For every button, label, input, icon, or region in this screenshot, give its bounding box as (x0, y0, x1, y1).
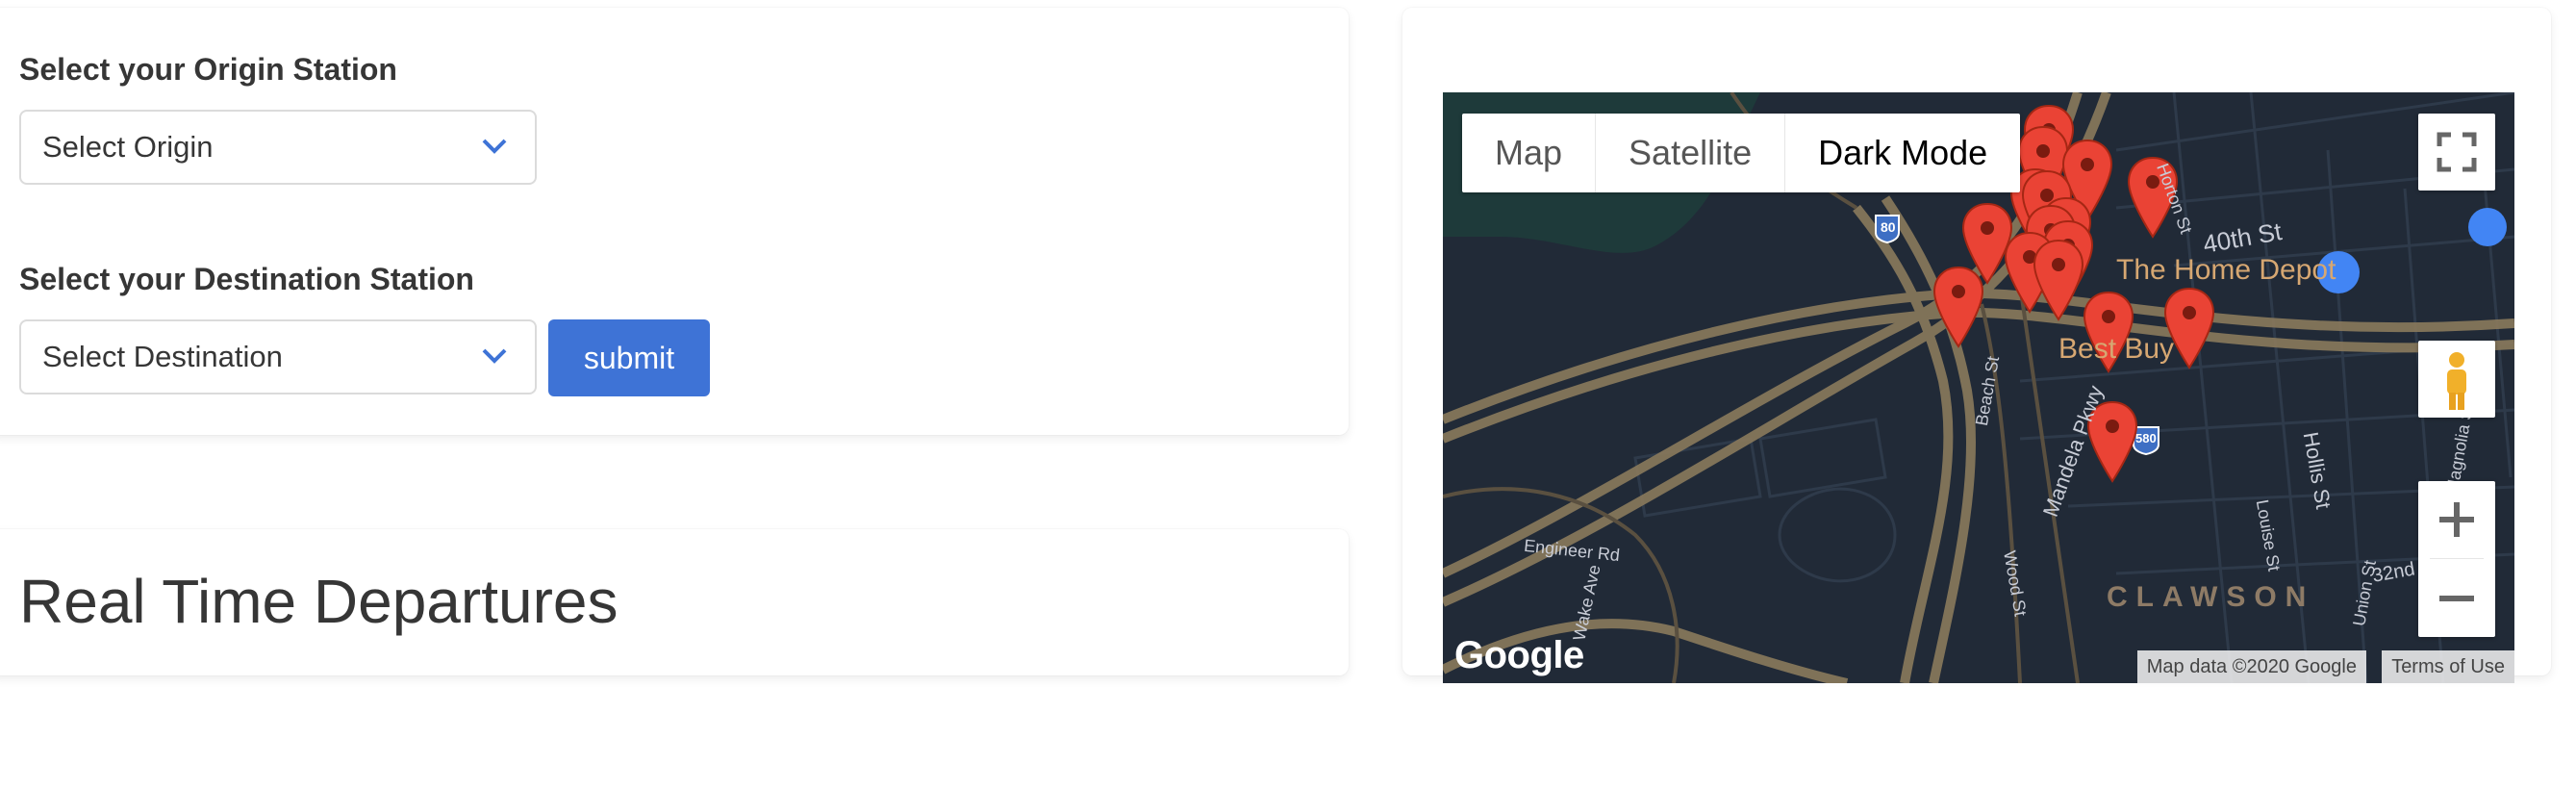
street-view-pegman-button[interactable] (2418, 341, 2495, 418)
station-marker-icon[interactable] (1932, 266, 1985, 348)
departures-title: Real Time Departures (19, 567, 619, 636)
zoom-control (2418, 481, 2495, 637)
destination-select-value: Select Destination (42, 340, 283, 373)
fullscreen-button[interactable] (2418, 114, 2495, 191)
minus-icon (2439, 596, 2474, 601)
map-label-home-depot: The Home Depot (2116, 254, 2336, 286)
i580-label: 580 (2135, 431, 2157, 445)
map-type-map[interactable]: Map (1462, 114, 1597, 192)
origin-label: Select your Origin Station (19, 52, 397, 87)
origin-select[interactable]: Select Origin (19, 110, 537, 185)
zoom-divider (2430, 558, 2484, 559)
destination-label: Select your Destination Station (19, 262, 474, 296)
zoom-in-button[interactable] (2418, 481, 2495, 558)
destination-select[interactable]: Select Destination (19, 319, 537, 394)
chevron-down-icon (482, 348, 507, 364)
submit-button[interactable]: submit (548, 319, 710, 396)
chevron-down-icon (482, 139, 507, 154)
map-attribution: Map data ©2020 Google (2136, 650, 2366, 683)
zoom-out-button[interactable] (2418, 560, 2495, 637)
map-label-clawson: CLAWSON (2107, 581, 2315, 613)
map-label-best-buy: Best Buy (2058, 333, 2175, 365)
terms-of-use-link[interactable]: Terms of Use (2382, 650, 2514, 683)
station-marker-icon[interactable] (2032, 239, 2085, 321)
pegman-icon (2447, 352, 2466, 410)
shopping-cart-poi-icon (2468, 208, 2507, 246)
map-type-dark-mode[interactable]: Dark Mode (1785, 114, 2020, 192)
google-logo: Google (1454, 634, 1584, 676)
i80-label: 80 (1881, 219, 1896, 235)
map-type-satellite[interactable]: Satellite (1596, 114, 1786, 192)
fullscreen-icon (2437, 132, 2477, 172)
map-view[interactable]: The Home Depot Best Buy CLAWSON 40th St … (1443, 92, 2514, 683)
map-type-control: Map Satellite Dark Mode (1462, 114, 2021, 192)
plus-icon (2439, 502, 2474, 537)
origin-select-value: Select Origin (42, 130, 214, 164)
